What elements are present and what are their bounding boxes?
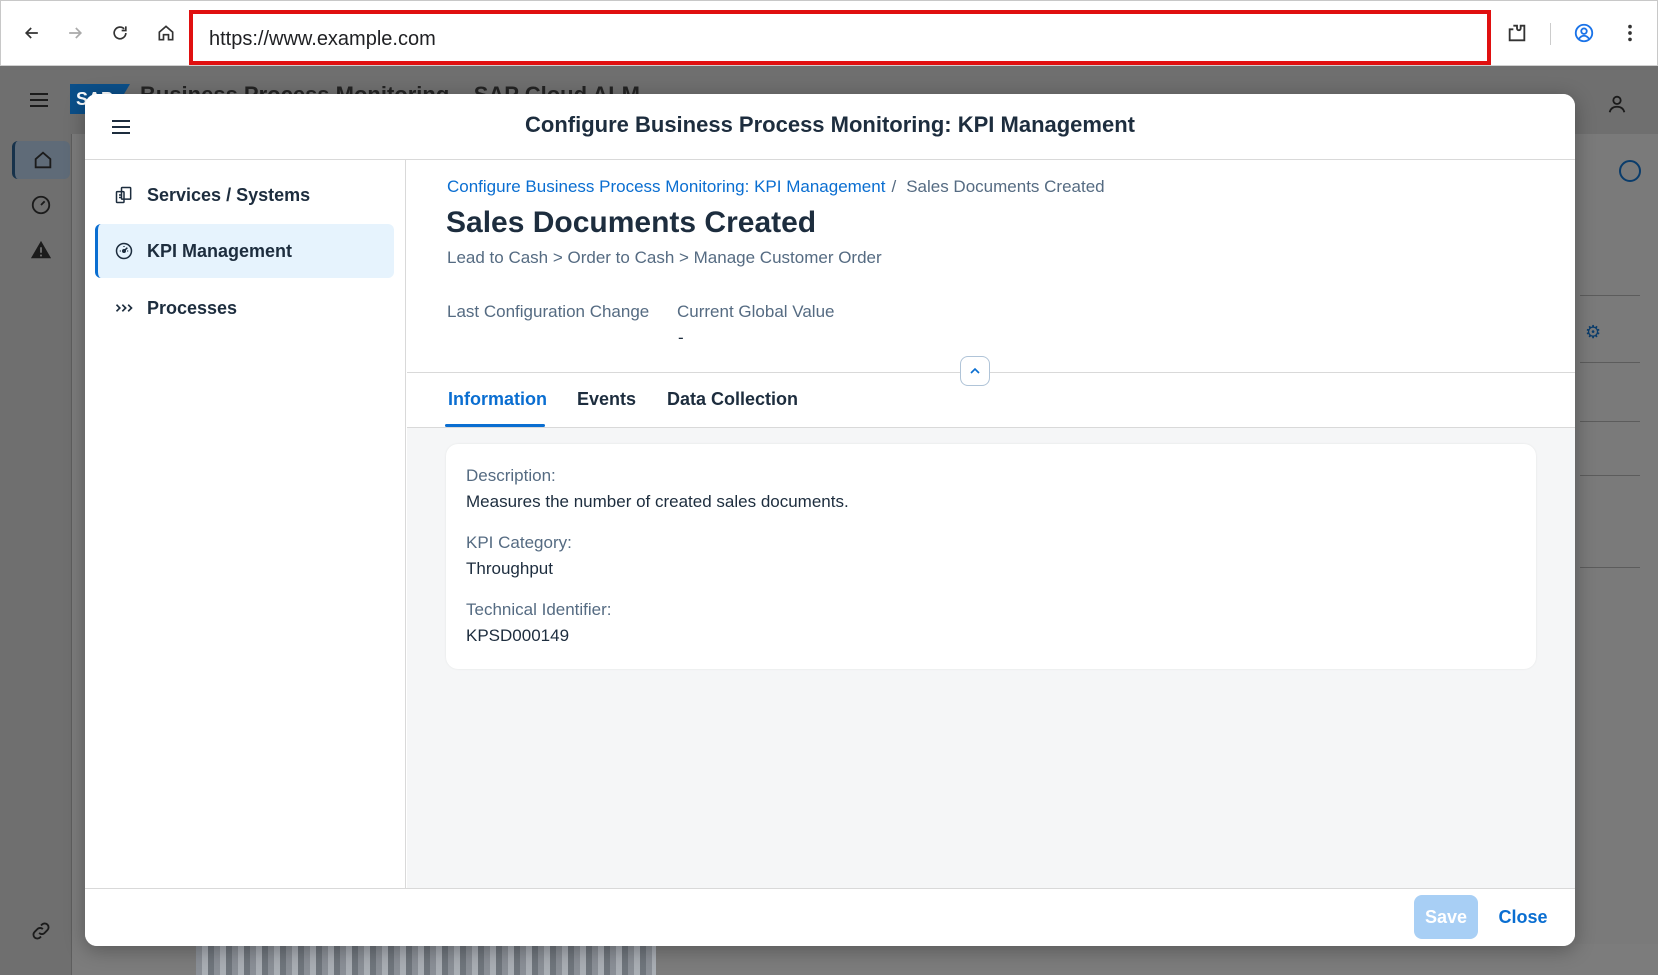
bg-divider	[1580, 362, 1640, 363]
information-card: Description: Measures the number of crea…	[446, 444, 1536, 669]
dialog-footer: Save Close	[85, 888, 1575, 946]
app-sidebar	[0, 134, 72, 975]
breadcrumb-link[interactable]: Configure Business Process Monitoring: K…	[447, 177, 885, 197]
bg-divider	[1580, 567, 1640, 568]
description-value: Measures the number of created sales doc…	[466, 492, 849, 511]
breadcrumb-separator: /	[891, 177, 897, 196]
breadcrumb: Configure Business Process Monitoring: K…	[447, 177, 1105, 197]
home-nav-icon[interactable]	[12, 141, 70, 179]
kpi-category-value: Throughput	[466, 559, 553, 578]
tab-bar: Information Events Data Collection	[407, 373, 1575, 428]
dialog-title: Configure Business Process Monitoring: K…	[525, 112, 1135, 137]
profile-icon[interactable]	[1570, 19, 1598, 47]
kpi-category-label: KPI Category:	[466, 533, 572, 552]
bg-divider	[1580, 421, 1640, 422]
menu-dots-icon[interactable]	[1616, 19, 1644, 47]
back-icon[interactable]	[18, 19, 46, 47]
global-value: -	[678, 328, 684, 347]
nav-item-label: Processes	[147, 297, 238, 318]
link-nav-icon[interactable]	[22, 912, 60, 950]
nav-item-services-systems[interactable]: Services / Systems	[95, 168, 394, 222]
processes-chevrons-icon	[113, 297, 135, 319]
settings-icon: ⚙	[1585, 322, 1602, 342]
tab-data-collection[interactable]: Data Collection	[667, 389, 798, 410]
close-button[interactable]: Close	[1489, 895, 1557, 939]
kpi-config-dialog: Configure Business Process Monitoring: K…	[85, 94, 1575, 946]
chevron-up-icon	[970, 367, 980, 374]
global-value-label: Current Global Value	[677, 302, 835, 321]
extensions-icon[interactable]	[1503, 19, 1531, 47]
gauge-nav-icon[interactable]	[22, 186, 60, 224]
bg-divider	[1580, 295, 1640, 296]
tab-events[interactable]: Events	[577, 389, 636, 410]
url-text: https://www.example.com	[209, 28, 436, 50]
app-menu-icon[interactable]	[25, 86, 53, 114]
forward-icon[interactable]	[61, 19, 89, 47]
close-circle-icon	[1619, 160, 1641, 182]
kpi-gauge-icon	[113, 240, 135, 262]
browser-toolbar: https://www.example.com	[0, 0, 1658, 66]
description-label: Description:	[466, 466, 556, 485]
background-panel: ⚙	[1575, 134, 1658, 944]
last-config-label: Last Configuration Change	[447, 302, 650, 321]
collapse-header-button[interactable]	[960, 356, 990, 386]
reload-icon[interactable]	[106, 19, 134, 47]
home-icon[interactable]	[152, 19, 180, 47]
services-icon	[113, 184, 135, 206]
background-image	[196, 945, 656, 975]
toolbar-divider	[1550, 23, 1551, 45]
address-bar[interactable]: https://www.example.com	[189, 10, 1491, 65]
bg-divider	[1580, 475, 1640, 476]
save-button[interactable]: Save	[1414, 895, 1478, 939]
breadcrumb-current: Sales Documents Created	[906, 177, 1105, 196]
user-icon[interactable]	[1603, 90, 1631, 118]
technical-id-value: KPSD000149	[466, 626, 570, 645]
warning-nav-icon[interactable]	[22, 231, 60, 269]
active-tab-indicator	[445, 424, 545, 427]
page-title: Sales Documents Created	[446, 206, 817, 239]
nav-item-processes[interactable]: Processes	[95, 281, 394, 335]
dialog-header: Configure Business Process Monitoring: K…	[85, 94, 1575, 160]
nav-item-kpi-management[interactable]: KPI Management	[95, 224, 394, 278]
nav-item-label: Services / Systems	[147, 184, 311, 205]
process-path: Lead to Cash > Order to Cash > Manage Cu…	[447, 248, 882, 267]
technical-id-label: Technical Identifier:	[466, 600, 612, 619]
nav-item-label: KPI Management	[147, 240, 293, 261]
content-area: Configure Business Process Monitoring: K…	[407, 160, 1575, 888]
side-navigation: Services / Systems KPI Management Proces…	[85, 160, 406, 888]
object-header: Configure Business Process Monitoring: K…	[407, 160, 1575, 373]
tab-information[interactable]: Information	[448, 389, 547, 410]
